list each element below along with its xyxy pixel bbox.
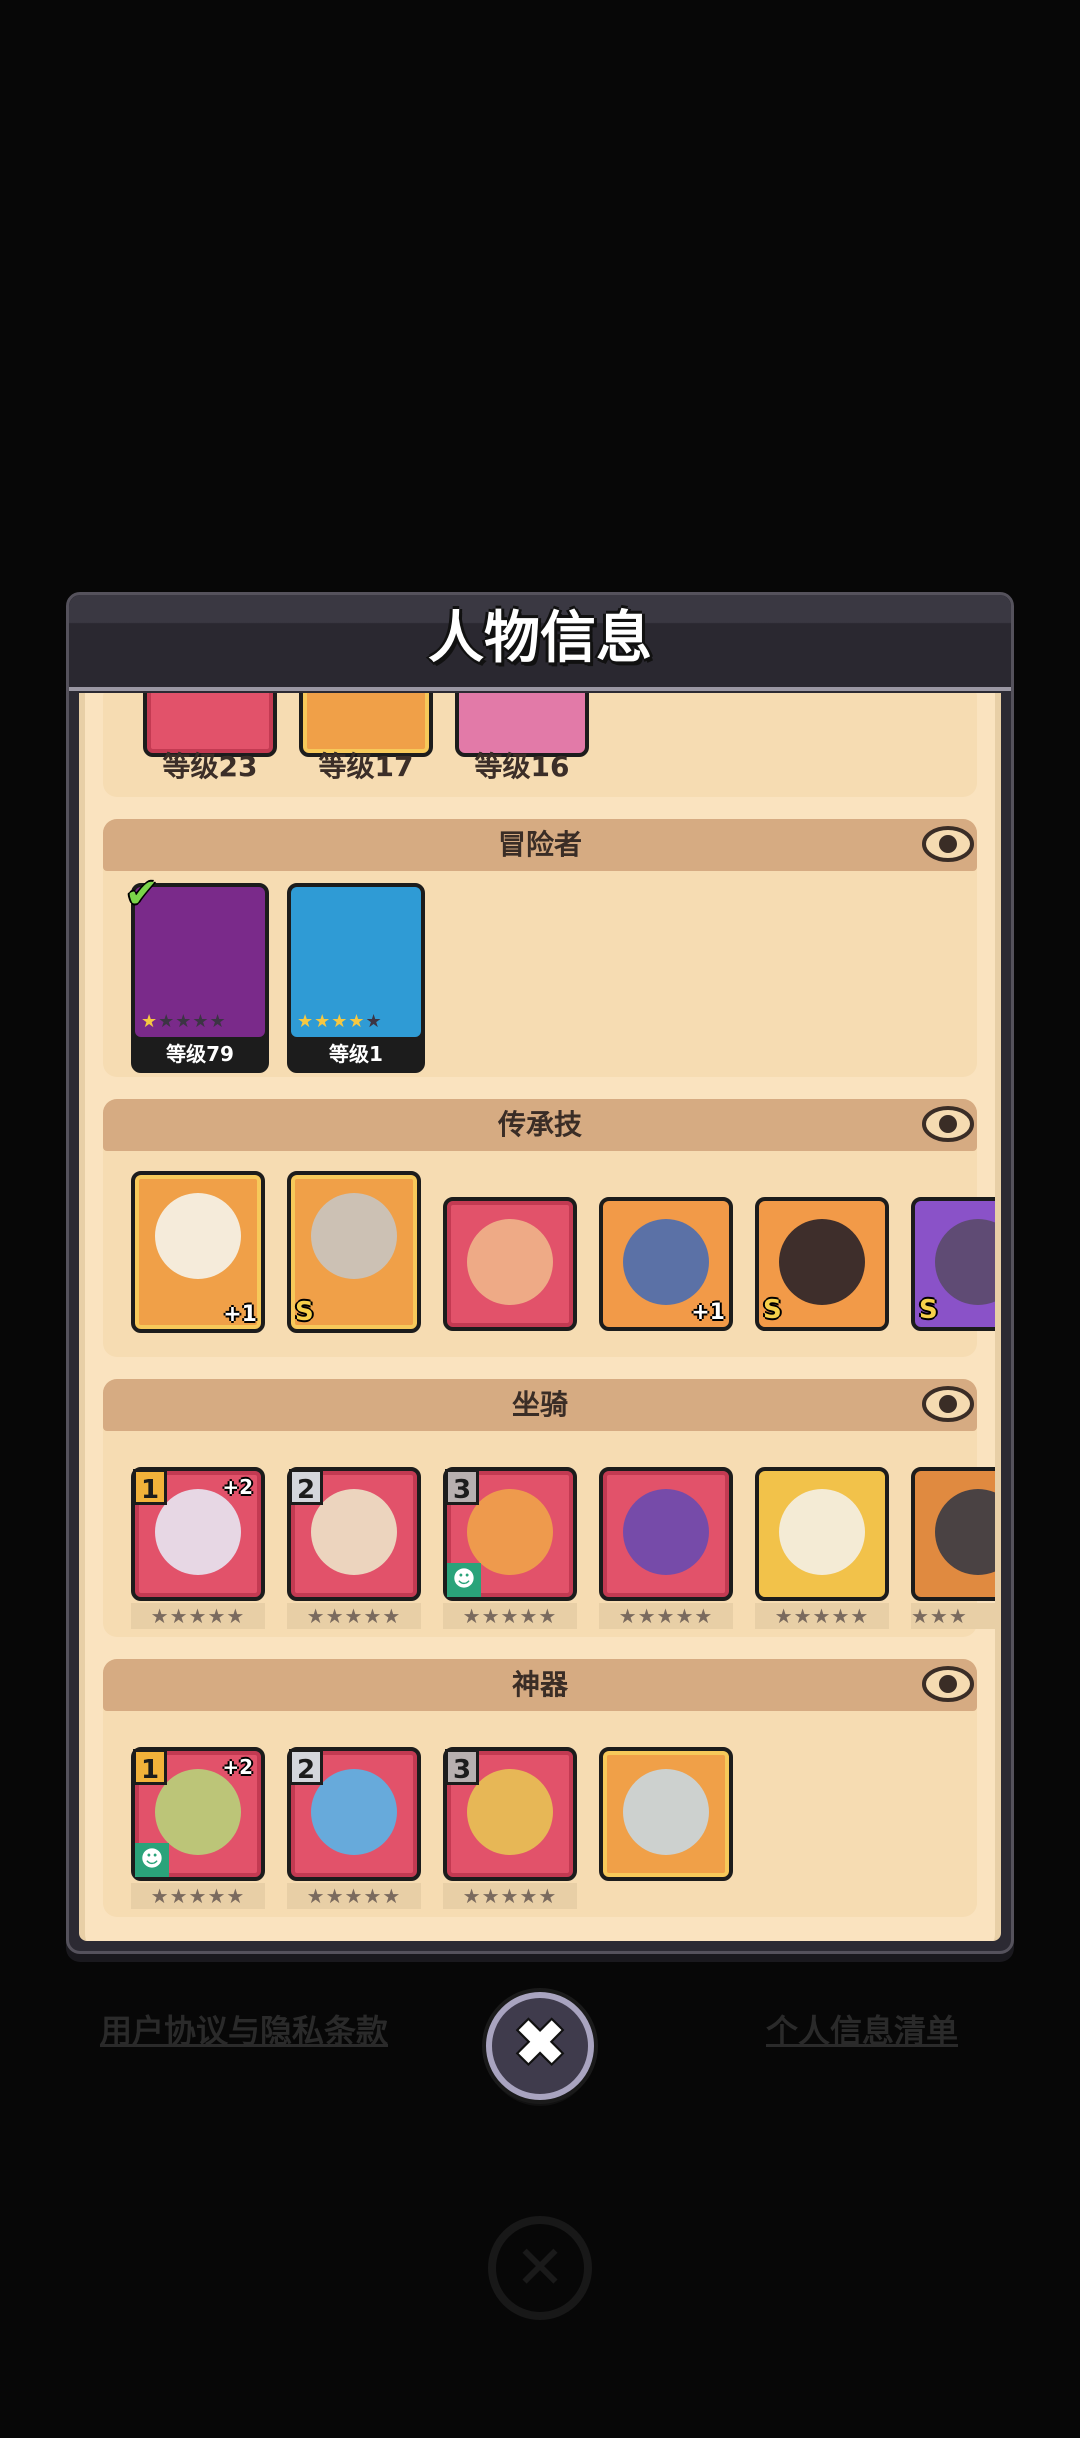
artifact-stars: ★★★★★ xyxy=(443,1883,577,1909)
character-info-dialog: 人物信息 等级23 等级17 等级16 冒险者 ★★★★★ 等级79 ✔ ★★★… xyxy=(66,592,1014,1954)
mount-stars: ★★★★★ xyxy=(131,1603,265,1629)
adventurer-header: 冒险者 xyxy=(103,819,977,871)
legacy-badge: S xyxy=(763,1295,782,1325)
pet-level-1: 等级23 xyxy=(162,750,258,783)
eye-icon[interactable] xyxy=(921,1381,975,1427)
mount-stars: ★★★★★ xyxy=(755,1603,889,1629)
mounts-header: 坐骑 xyxy=(103,1379,977,1431)
privacy-terms-link[interactable]: 用户协议与隐私条款 xyxy=(100,2006,388,2052)
artifacts-section: 神器 1 +2 ☻ ★★★★★ 2 ★★★★★ 3 ★★★★★ xyxy=(103,1659,977,1917)
personal-info-list-link[interactable]: 个人信息清单 xyxy=(766,2006,958,2052)
adventurer-card-2[interactable]: ★★★★★ 等级1 xyxy=(287,883,425,1073)
mount-card[interactable]: 1 +2 xyxy=(131,1467,265,1601)
artifact-card[interactable]: 2 xyxy=(287,1747,421,1881)
check-icon: ✔ xyxy=(125,871,159,917)
adventurer-level: 等级79 xyxy=(166,1042,234,1066)
legacy-section: 传承技 +1 S +1 S S xyxy=(103,1099,995,1357)
legacy-skill[interactable]: S xyxy=(911,1197,995,1331)
legacy-skill[interactable]: +1 xyxy=(599,1197,733,1331)
mount-card[interactable] xyxy=(755,1467,889,1601)
team-icon: ☻ xyxy=(135,1843,169,1877)
mount-stars: ★★★★★ xyxy=(599,1603,733,1629)
pets-section: 等级23 等级17 等级16 xyxy=(103,693,977,797)
eye-icon[interactable] xyxy=(921,1661,975,1707)
pet-level-3: 等级16 xyxy=(474,750,570,783)
adventurer-card-1[interactable]: ★★★★★ 等级79 ✔ xyxy=(125,871,269,1073)
adventurer-section: 冒险者 ★★★★★ 等级79 ✔ ★★★★★ 等级1 xyxy=(103,819,977,1077)
slot-badge: 1 xyxy=(133,1749,167,1785)
artifact-card[interactable]: 1 +2 ☻ xyxy=(131,1747,265,1881)
legacy-badge: S xyxy=(919,1295,938,1325)
adventurer-stars: ★★★★★ xyxy=(297,1011,383,1032)
legacy-skill[interactable]: S xyxy=(755,1197,889,1331)
mount-stars: ★★★★★ xyxy=(443,1603,577,1629)
close-button[interactable]: ✖ xyxy=(486,1992,594,2100)
artifact-stars: ★★★★★ xyxy=(287,1883,421,1909)
adventurer-stars: ★★★★★ xyxy=(141,1011,227,1032)
background-close-icon: ✕ xyxy=(488,2216,592,2320)
artifact-stars: ★★★★★ xyxy=(131,1883,265,1909)
artifact-card[interactable]: 3 xyxy=(443,1747,577,1881)
slot-badge: 2 xyxy=(289,1749,323,1785)
artifacts-header: 神器 xyxy=(103,1659,977,1711)
mount-card[interactable] xyxy=(599,1467,733,1601)
artifact-card[interactable] xyxy=(599,1747,733,1881)
legacy-skill[interactable]: +1 xyxy=(131,1171,265,1333)
legacy-skill[interactable] xyxy=(443,1197,577,1331)
mount-card[interactable]: 3 ☻ xyxy=(443,1467,577,1601)
mount-card[interactable]: 2 xyxy=(287,1467,421,1601)
mounts-section: 坐骑 1 +2 ★★★★★ 2 ★★★★★ 3 ☻ ★★★★★ ★★★★★ ★★… xyxy=(103,1379,995,1637)
eye-icon[interactable] xyxy=(921,821,975,867)
eye-icon[interactable] xyxy=(921,1101,975,1147)
slot-badge: 1 xyxy=(133,1469,167,1505)
mount-stars: ★★★★★ xyxy=(287,1603,421,1629)
legacy-badge: +1 xyxy=(691,1300,725,1325)
close-icon: ✖ xyxy=(513,2007,567,2081)
slot-badge: 2 xyxy=(289,1469,323,1505)
legacy-badge: +1 xyxy=(223,1302,257,1327)
dialog-content[interactable]: 等级23 等级17 等级16 冒险者 ★★★★★ 等级79 ✔ ★★★★★ 等级… xyxy=(79,693,1001,1941)
mount-stars: ★★★ xyxy=(911,1603,995,1629)
legacy-header: 传承技 xyxy=(103,1099,977,1151)
team-icon: ☻ xyxy=(447,1563,481,1597)
legacy-badge: S xyxy=(295,1297,314,1327)
plus-badge: +2 xyxy=(222,1755,253,1779)
dialog-title: 人物信息 xyxy=(428,606,652,671)
adventurer-level: 等级1 xyxy=(329,1042,383,1066)
legacy-skill[interactable]: S xyxy=(287,1171,421,1333)
pet-level-2: 等级17 xyxy=(318,750,414,783)
slot-badge: 3 xyxy=(445,1749,479,1785)
plus-badge: +2 xyxy=(222,1475,253,1499)
slot-badge: 3 xyxy=(445,1469,479,1505)
mount-card[interactable] xyxy=(911,1467,995,1601)
